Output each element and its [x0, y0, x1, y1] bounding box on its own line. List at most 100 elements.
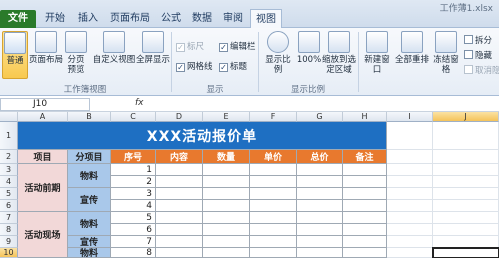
serial-cell[interactable]: 5: [111, 212, 156, 224]
subgroup-cell[interactable]: 物料: [68, 164, 111, 188]
arrange-all-button[interactable]: 全部重排: [395, 31, 429, 65]
normal-view-button[interactable]: 普通: [2, 31, 28, 79]
cell[interactable]: [250, 236, 297, 248]
split-button[interactable]: 拆分: [464, 34, 492, 46]
column-header-b[interactable]: B: [68, 112, 111, 122]
tab-review[interactable]: 审阅: [219, 9, 247, 28]
cell[interactable]: [250, 212, 297, 224]
cell[interactable]: [156, 224, 203, 236]
cell[interactable]: [156, 188, 203, 200]
zoom-to-selection-button[interactable]: 缩放到选定区域: [322, 31, 356, 75]
cell[interactable]: [387, 122, 433, 150]
sheet-title-cell[interactable]: XXX活动报价单: [18, 122, 387, 150]
row-header-6[interactable]: 6: [0, 200, 18, 212]
cell[interactable]: [203, 176, 250, 188]
cell[interactable]: [387, 200, 433, 212]
header-cell[interactable]: 总价: [297, 150, 343, 164]
serial-cell[interactable]: 7: [111, 236, 156, 248]
row-header-3[interactable]: 3: [0, 164, 18, 176]
column-header-j[interactable]: J: [433, 112, 499, 122]
page-break-preview-button[interactable]: 分页预览: [63, 31, 89, 75]
row-header-1[interactable]: 1: [0, 122, 18, 150]
cell[interactable]: [250, 200, 297, 212]
cell[interactable]: [343, 236, 387, 248]
cell[interactable]: [156, 164, 203, 176]
serial-cell[interactable]: 4: [111, 200, 156, 212]
cell[interactable]: [433, 212, 499, 224]
column-header-d[interactable]: D: [156, 112, 203, 122]
tab-page-layout[interactable]: 页面布局: [106, 9, 154, 28]
cell[interactable]: [203, 188, 250, 200]
cell[interactable]: [156, 248, 203, 258]
cell[interactable]: [343, 212, 387, 224]
column-header-h[interactable]: H: [343, 112, 387, 122]
cell[interactable]: [433, 150, 499, 164]
cell[interactable]: [343, 248, 387, 258]
group-cell[interactable]: 活动现场: [18, 212, 68, 258]
subgroup-cell[interactable]: 物料: [68, 248, 111, 258]
cell[interactable]: [433, 176, 499, 188]
cell[interactable]: [156, 176, 203, 188]
tab-home[interactable]: 开始: [40, 9, 70, 28]
cell[interactable]: [250, 248, 297, 258]
cell[interactable]: [156, 212, 203, 224]
header-cell[interactable]: 单价: [250, 150, 297, 164]
serial-cell[interactable]: 2: [111, 176, 156, 188]
cell[interactable]: [433, 200, 499, 212]
cell[interactable]: [387, 150, 433, 164]
cell[interactable]: [343, 224, 387, 236]
cell[interactable]: [297, 212, 343, 224]
cell[interactable]: [250, 164, 297, 176]
formula-input[interactable]: [150, 98, 499, 111]
cell[interactable]: [297, 200, 343, 212]
cell[interactable]: [343, 188, 387, 200]
column-header-c[interactable]: C: [111, 112, 156, 122]
name-box[interactable]: J10: [0, 98, 90, 111]
cell[interactable]: [433, 224, 499, 236]
formula-bar-checkbox[interactable]: ✓ 编辑栏: [219, 40, 256, 52]
full-screen-button[interactable]: 全屏显示: [136, 31, 170, 65]
row-header-2[interactable]: 2: [0, 150, 18, 164]
row-header-8[interactable]: 8: [0, 224, 18, 236]
serial-cell[interactable]: 1: [111, 164, 156, 176]
freeze-panes-button[interactable]: 冻结窗格: [430, 31, 462, 75]
cell[interactable]: [203, 200, 250, 212]
headings-checkbox[interactable]: ✓ 标题: [219, 60, 247, 72]
cell[interactable]: [297, 236, 343, 248]
page-layout-view-button[interactable]: 页面布局: [29, 31, 63, 65]
cell[interactable]: [156, 236, 203, 248]
unhide-button[interactable]: 取消隐藏: [464, 64, 499, 76]
cell[interactable]: [343, 176, 387, 188]
select-all-corner[interactable]: [0, 112, 18, 122]
header-cell[interactable]: 分项目: [68, 150, 111, 164]
zoom-button[interactable]: 显示比例: [262, 31, 294, 75]
cell[interactable]: [387, 248, 433, 258]
tab-formulas[interactable]: 公式: [157, 9, 185, 28]
tab-file[interactable]: 文件: [0, 10, 36, 28]
cell[interactable]: [387, 188, 433, 200]
cell[interactable]: [250, 188, 297, 200]
zoom-100-button[interactable]: 100%: [296, 31, 322, 65]
cell[interactable]: [203, 224, 250, 236]
active-cell-j10[interactable]: [432, 247, 499, 258]
column-header-a[interactable]: A: [18, 112, 68, 122]
insert-function-icon[interactable]: fx: [135, 98, 144, 108]
tab-data[interactable]: 数据: [188, 9, 216, 28]
cell[interactable]: [297, 176, 343, 188]
column-header-e[interactable]: E: [203, 112, 250, 122]
cell[interactable]: [297, 248, 343, 258]
cell[interactable]: [343, 164, 387, 176]
new-window-button[interactable]: 新建窗口: [361, 31, 393, 75]
header-cell[interactable]: 内容: [156, 150, 203, 164]
subgroup-cell[interactable]: 物料: [68, 212, 111, 236]
cell[interactable]: [387, 224, 433, 236]
header-cell[interactable]: 数量: [203, 150, 250, 164]
header-cell[interactable]: 项目: [18, 150, 68, 164]
subgroup-cell[interactable]: 宣传: [68, 188, 111, 212]
custom-views-button[interactable]: 自定义视图: [92, 31, 136, 65]
tab-view[interactable]: 视图: [250, 9, 282, 28]
cell[interactable]: [250, 176, 297, 188]
serial-cell[interactable]: 8: [111, 248, 156, 258]
cell[interactable]: [387, 212, 433, 224]
cell[interactable]: [203, 164, 250, 176]
